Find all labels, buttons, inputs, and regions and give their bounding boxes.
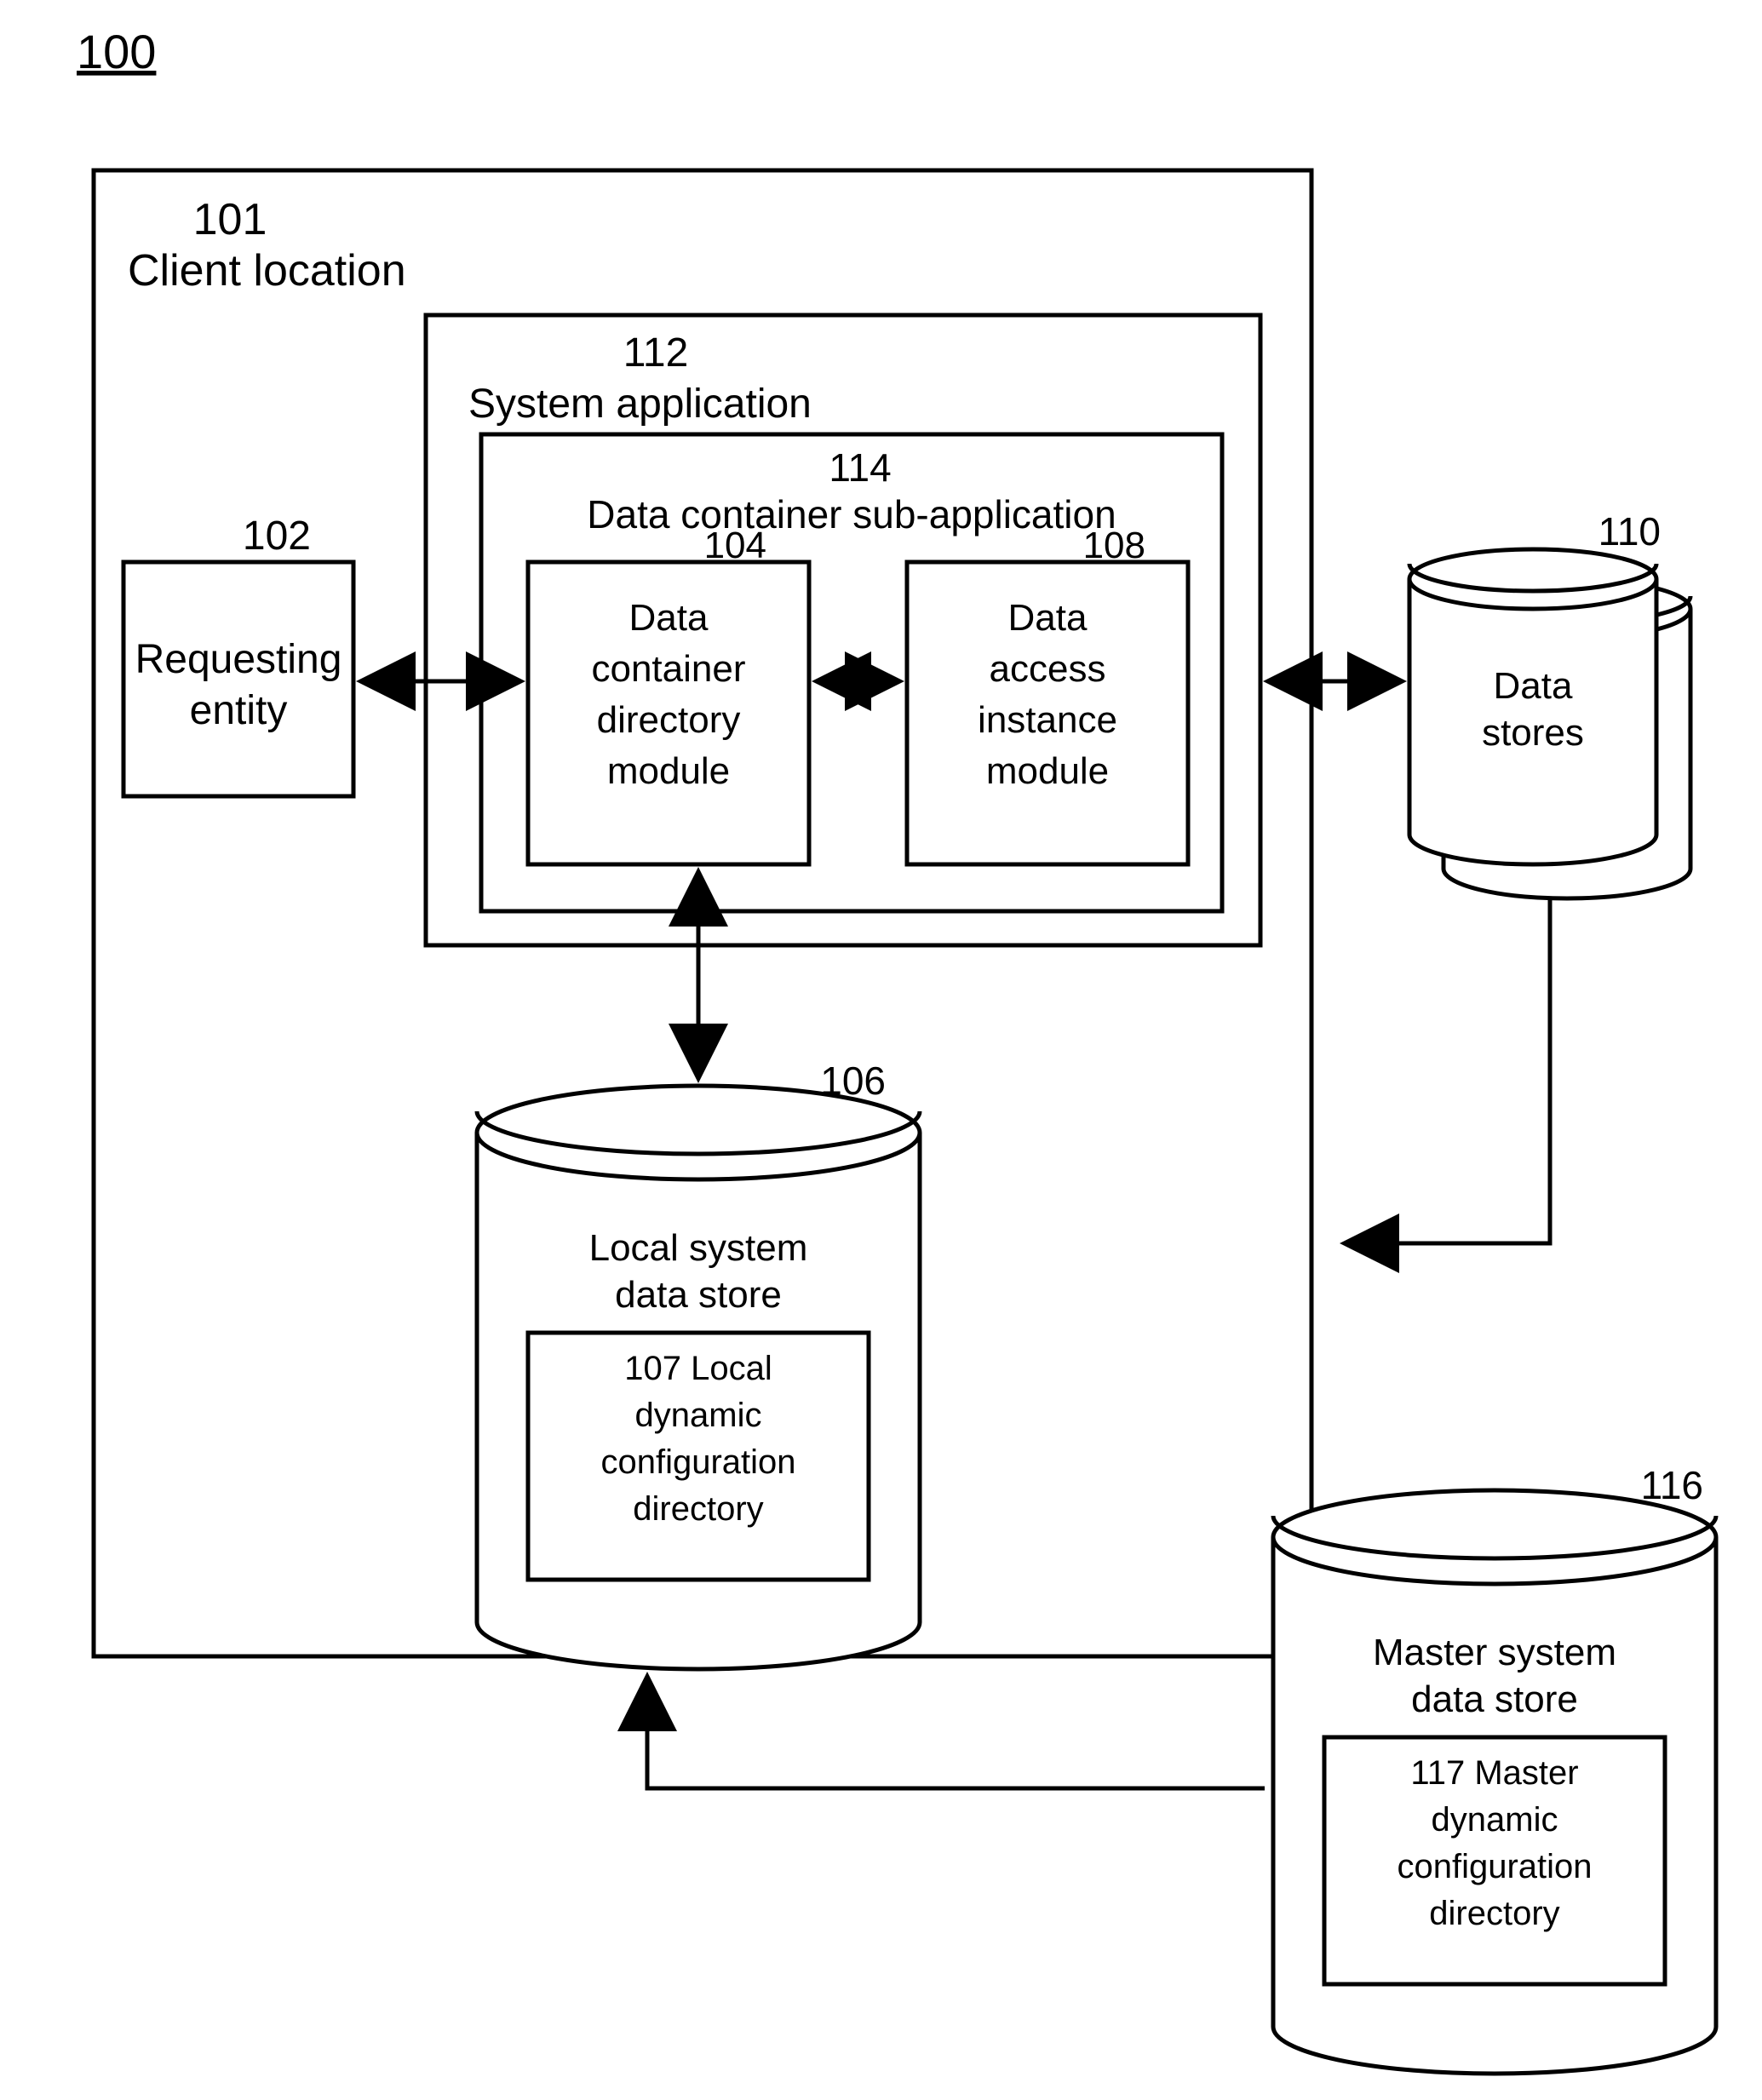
daim-l3: instance	[978, 699, 1117, 741]
daim-l4: module	[986, 750, 1109, 792]
data-stores-l1: Data	[1494, 665, 1573, 707]
daim-ref: 108	[1083, 525, 1145, 566]
requesting-entity-ref: 102	[243, 514, 311, 559]
master-store-inner-l3: configuration	[1397, 1848, 1592, 1885]
system-application-ref: 112	[623, 330, 689, 376]
dcdm-l2: container	[591, 648, 745, 690]
system-application-label: System application	[468, 382, 812, 427]
master-store-inner: 117 Master	[1410, 1754, 1578, 1792]
dcdm-l1: Data	[629, 597, 709, 639]
arrow-datastores-down-left	[1346, 898, 1550, 1243]
local-store-title-2: data store	[615, 1274, 782, 1316]
local-store-title-1: Local system	[589, 1227, 808, 1269]
master-store-inner-ref: 117	[1410, 1754, 1465, 1792]
local-store-inner-l2: dynamic	[635, 1397, 762, 1434]
master-store-title-1: Master system	[1373, 1632, 1616, 1673]
local-store-inner-ref: 107	[624, 1350, 681, 1387]
master-store-inner-l4: directory	[1429, 1895, 1559, 1932]
data-container-subapp-ref: 114	[829, 445, 891, 490]
master-store-ref: 116	[1641, 1463, 1703, 1507]
master-store-cylinder: 116 Master system data store 117 Master …	[1273, 1463, 1716, 2074]
data-stores-ref: 110	[1598, 509, 1661, 554]
local-store-inner-l3: configuration	[600, 1443, 795, 1481]
client-location-label: Client location	[128, 246, 406, 295]
master-store-inner-l2: dynamic	[1432, 1801, 1558, 1839]
local-store-inner-l1: Local	[691, 1350, 772, 1387]
local-store-cylinder: 106 Local system data store 107 Local dy…	[477, 1059, 920, 1669]
dcdm-l3: directory	[597, 699, 741, 741]
data-container-subapp-label: Data container sub-application	[587, 492, 1116, 536]
figure-ref-label: 100	[77, 25, 156, 78]
master-store-title-2: data store	[1411, 1678, 1578, 1720]
data-stores-l2: stores	[1482, 712, 1584, 754]
local-store-inner-l4: directory	[633, 1490, 763, 1528]
requesting-entity-label-2: entity	[190, 688, 288, 733]
daim-l2: access	[990, 648, 1106, 690]
data-stores-cylinders: 110 Data stores	[1409, 509, 1690, 898]
master-store-inner-l1: Master	[1474, 1754, 1578, 1792]
dcdm-ref: 104	[704, 525, 766, 566]
requesting-entity-label-1: Requesting	[135, 637, 342, 682]
local-store-inner: 107 Local	[624, 1350, 772, 1387]
arrow-masterstore-to-localstore	[647, 1678, 1265, 1788]
dcdm-l4: module	[607, 750, 730, 792]
daim-l1: Data	[1008, 597, 1088, 639]
diagram-canvas: 100 101 Client location 102 Requesting e…	[0, 0, 1762, 2100]
client-location-ref: 101	[193, 195, 267, 244]
